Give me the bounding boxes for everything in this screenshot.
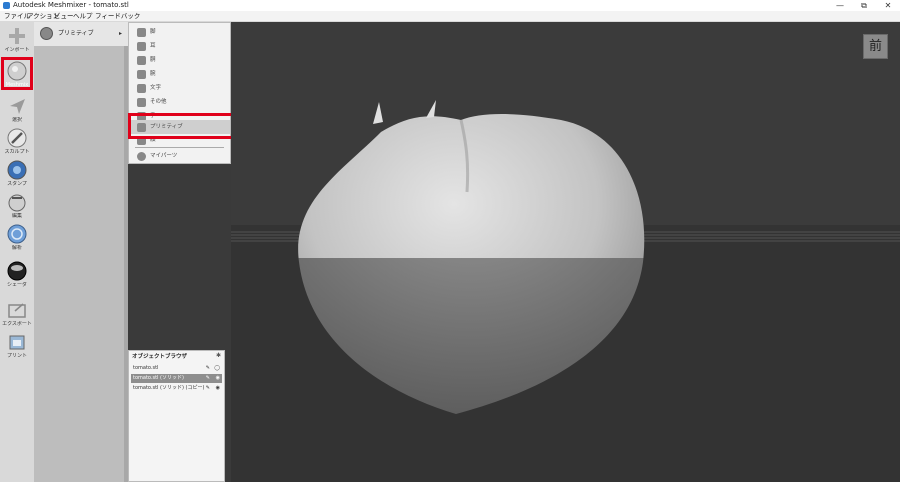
tool-edit[interactable]: 編集 — [1, 191, 33, 223]
body-icon — [137, 56, 146, 65]
category-item-leg[interactable]: 脚 — [129, 25, 230, 39]
meshmix-highlight-box — [1, 57, 33, 90]
meshmix-panel: プリミティブ ▸ — [34, 22, 128, 482]
category-selector[interactable]: プリミティブ ▸ — [34, 22, 128, 46]
visibility-icon[interactable]: ◉ — [216, 374, 220, 383]
maximize-button[interactable]: ⧉ — [852, 0, 876, 11]
object-browser: オブジェクトブラウザ ✱ tomato.stl ✎ ◯ tomato.stl (… — [128, 350, 225, 482]
export-icon — [8, 303, 26, 318]
close-button[interactable]: ✕ — [876, 0, 900, 11]
tool-edit-label: 編集 — [11, 213, 22, 219]
view-cube[interactable]: 前 — [863, 34, 888, 59]
visibility-icon[interactable]: ◉ — [216, 384, 220, 393]
category-item-arm[interactable]: 腕 — [129, 67, 230, 81]
plus-icon — [9, 28, 25, 44]
user-icon — [137, 152, 146, 161]
object-name: tomato.stl — [133, 365, 159, 371]
3d-viewport[interactable] — [231, 22, 900, 482]
menu-view[interactable]: ビュー — [54, 11, 74, 21]
category-item-label: 文字 — [150, 85, 162, 91]
category-item-label: 脚 — [150, 29, 156, 35]
brush-icon — [7, 128, 27, 148]
ear-icon — [137, 42, 146, 51]
minimize-button[interactable]: — — [828, 0, 852, 11]
category-separator — [135, 147, 224, 148]
category-item-my-parts[interactable]: マイパーツ — [129, 149, 230, 163]
tool-import[interactable]: インポート — [1, 25, 33, 57]
category-item-letter[interactable]: 文字 — [129, 81, 230, 95]
shader-sphere-icon — [7, 261, 27, 281]
tool-select-label: 選択 — [11, 117, 22, 123]
chevron-right-icon: ▸ — [118, 30, 122, 37]
edit-icon[interactable]: ✎ — [206, 374, 210, 383]
tool-stamp[interactable]: スタンプ — [1, 159, 33, 191]
edit-icon[interactable]: ✎ — [206, 364, 210, 373]
object-row[interactable]: tomato.stl ✎ ◯ — [131, 364, 222, 373]
category-selector-label: プリミティブ — [58, 30, 94, 37]
select-arrow-icon — [10, 99, 25, 114]
object-row[interactable]: tomato.stl (ソリッド) (コピー) ✎ ◉ — [131, 384, 222, 393]
letter-icon — [137, 84, 146, 93]
stamp-icon — [7, 160, 27, 180]
category-item-misc[interactable]: その他 — [129, 95, 230, 109]
edit-icon — [8, 194, 26, 212]
arm-icon — [137, 70, 146, 79]
window-title: Autodesk Meshmixer - tomato.stl — [13, 1, 129, 9]
object-name: tomato.stl (ソリッド) (コピー) — [133, 385, 205, 391]
leg-icon — [137, 28, 146, 37]
tool-print-label: プリント — [6, 353, 27, 359]
title-bar: Autodesk Meshmixer - tomato.stl — ⧉ ✕ — [0, 0, 900, 11]
tool-export-label: エクスポート — [2, 321, 32, 327]
object-name: tomato.stl (ソリッド) — [133, 375, 184, 381]
print-icon — [9, 335, 25, 350]
user-icon — [40, 27, 53, 40]
tool-select[interactable]: 選択 — [1, 95, 33, 127]
category-item-ear[interactable]: 耳 — [129, 39, 230, 53]
tool-stamp-label: スタンプ — [7, 181, 27, 187]
tool-analysis-label: 解析 — [11, 245, 22, 251]
tool-print[interactable]: プリント — [1, 331, 33, 363]
category-item-label: 胴 — [150, 57, 156, 63]
menu-help[interactable]: ヘルプ — [73, 11, 93, 21]
tool-sculpt[interactable]: スカルプト — [1, 127, 33, 159]
menu-bar: ファイル アクション ビュー ヘルプ フィードバック — [0, 11, 900, 22]
tool-sculpt-label: スカルプト — [4, 149, 30, 155]
edit-icon[interactable]: ✎ — [206, 384, 210, 393]
tomato-model[interactable] — [231, 22, 900, 482]
left-toolbar: インポート Meshmix 選択 スカルプト スタンプ 編集 解析 シェーダ エ… — [0, 22, 35, 482]
tool-import-label: インポート — [4, 47, 30, 53]
category-item-body[interactable]: 胴 — [129, 53, 230, 67]
object-row[interactable]: tomato.stl (ソリッド) ✎ ◉ — [131, 374, 222, 383]
tool-shader-label: シェーダ — [6, 282, 27, 288]
gear-icon[interactable]: ✱ — [216, 352, 221, 360]
tool-shader[interactable]: シェーダ — [1, 260, 33, 292]
category-item-label: マイパーツ — [150, 153, 178, 159]
analysis-icon — [7, 224, 27, 244]
category-menu: 脚 耳 胴 腕 文字 その他 手 プリミティブ 顔 マイパーツ — [128, 22, 231, 164]
category-item-label: 腕 — [150, 71, 156, 77]
misc-icon — [137, 98, 146, 107]
app-icon — [3, 2, 10, 9]
tool-export[interactable]: エクスポート — [1, 299, 33, 331]
primitive-highlight-box — [128, 113, 236, 139]
menu-feedback[interactable]: フィードバック — [95, 11, 140, 21]
object-browser-title: オブジェクトブラウザ — [132, 354, 188, 360]
visibility-icon[interactable]: ◯ — [214, 364, 220, 373]
category-item-label: その他 — [150, 99, 167, 105]
tool-analysis[interactable]: 解析 — [1, 223, 33, 255]
category-item-label: 耳 — [150, 43, 156, 49]
